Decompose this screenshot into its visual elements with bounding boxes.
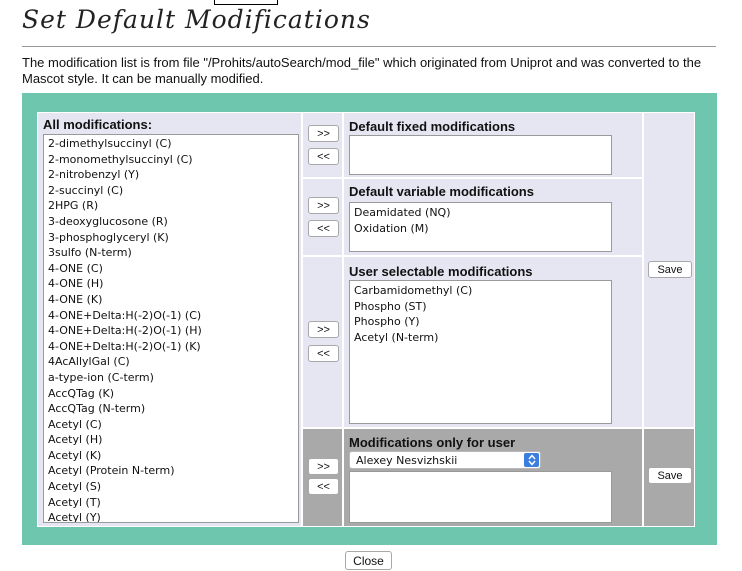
list-item[interactable]: 4-ONE (H) <box>44 276 298 292</box>
list-item[interactable]: 4-ONE+Delta:H(-2)O(-1) (K) <box>44 339 298 355</box>
selectable-buttons-cell: >> << <box>302 256 343 428</box>
title-divider <box>22 46 716 47</box>
list-item[interactable]: Phospho (Y) <box>350 314 611 330</box>
list-item[interactable]: 2-nitrobenzyl (Y) <box>44 167 298 183</box>
user-select[interactable]: Alexey Nesvizhskii <box>349 451 541 469</box>
remove-from-user-only-button[interactable]: << <box>308 478 339 495</box>
list-item[interactable]: 4AcAllylGal (C) <box>44 354 298 370</box>
modifications-editor: All modifications: 2-dimethylsuccinyl (C… <box>22 93 717 545</box>
variable-buttons-cell: >> << <box>302 178 343 256</box>
list-item[interactable]: Acetyl (S) <box>44 479 298 495</box>
list-item[interactable]: Acetyl (Protein N-term) <box>44 463 298 479</box>
list-item[interactable]: a-type-ion (C-term) <box>44 370 298 386</box>
list-item[interactable]: Acetyl (N-term) <box>350 330 611 346</box>
list-item[interactable]: Phospho (ST) <box>350 299 611 315</box>
all-modifications-title: All modifications: <box>43 117 153 132</box>
list-item[interactable]: 2-dimethylsuccinyl (C) <box>44 136 298 152</box>
list-item[interactable]: 4-ONE (K) <box>44 292 298 308</box>
variable-modifications-title: Default variable modifications <box>349 184 534 199</box>
list-item[interactable]: Deamidated (NQ) <box>350 205 611 221</box>
selectable-modifications-title: User selectable modifications <box>349 264 533 279</box>
add-to-selectable-button[interactable]: >> <box>308 321 339 338</box>
save-default-modifications-button[interactable]: Save <box>648 261 692 278</box>
fixed-buttons-cell: >> << <box>302 112 343 178</box>
user-only-modifications-panel: Modifications only for user Alexey Nesvi… <box>343 428 643 527</box>
variable-modifications-list[interactable]: Deamidated (NQ) Oxidation (M) <box>349 202 612 252</box>
default-save-cell: Save <box>643 112 695 428</box>
list-item[interactable]: Acetyl (H) <box>44 432 298 448</box>
list-item[interactable]: 2HPG (R) <box>44 198 298 214</box>
list-item[interactable]: Acetyl (C) <box>44 417 298 433</box>
selectable-modifications-list[interactable]: Carbamidomethyl (C) Phospho (ST) Phospho (… <box>349 280 612 424</box>
list-item[interactable]: 3-phosphoglyceryl (K) <box>44 230 298 246</box>
list-item[interactable]: 3-deoxyglucosone (R) <box>44 214 298 230</box>
add-to-fixed-button[interactable]: >> <box>308 125 339 142</box>
page-title: Set Default Modifications <box>22 5 371 34</box>
close-button[interactable]: Close <box>345 551 392 570</box>
list-item[interactable]: AccQTag (K) <box>44 386 298 402</box>
fixed-modifications-title: Default fixed modifications <box>349 119 516 134</box>
list-item[interactable]: Acetyl (T) <box>44 495 298 511</box>
all-modifications-panel: All modifications: 2-dimethylsuccinyl (C… <box>37 112 302 527</box>
list-item[interactable]: Oxidation (M) <box>350 221 611 237</box>
list-item[interactable]: 2-monomethylsuccinyl (C) <box>44 152 298 168</box>
user-only-modifications-title: Modifications only for user <box>349 435 516 450</box>
add-to-variable-button[interactable]: >> <box>308 197 339 214</box>
user-select-value: Alexey Nesvizhskii <box>356 453 458 467</box>
list-item[interactable]: AccQTag (N-term) <box>44 401 298 417</box>
page-description: The modification list is from file "/Pro… <box>22 55 702 86</box>
list-item[interactable]: Acetyl (K) <box>44 448 298 464</box>
save-user-modifications-button[interactable]: Save <box>648 467 692 484</box>
all-modifications-list[interactable]: 2-dimethylsuccinyl (C) 2-monomethylsuccin… <box>43 134 299 523</box>
selectable-modifications-panel: User selectable modifications Carbamidom… <box>343 256 643 428</box>
list-item[interactable]: 4-ONE (C) <box>44 261 298 277</box>
user-only-modifications-list[interactable] <box>349 471 612 523</box>
list-item[interactable]: Carbamidomethyl (C) <box>350 283 611 299</box>
remove-from-variable-button[interactable]: << <box>308 220 339 237</box>
add-to-user-only-button[interactable]: >> <box>308 458 339 475</box>
list-item[interactable]: 4-ONE+Delta:H(-2)O(-1) (C) <box>44 308 298 324</box>
user-only-buttons-cell: >> << <box>302 428 343 527</box>
list-item[interactable]: Acetyl (Y) <box>44 510 298 522</box>
list-item[interactable]: 3sulfo (N-term) <box>44 245 298 261</box>
list-item[interactable]: 4-ONE+Delta:H(-2)O(-1) (H) <box>44 323 298 339</box>
remove-from-fixed-button[interactable]: << <box>308 148 339 165</box>
remove-from-selectable-button[interactable]: << <box>308 345 339 362</box>
list-item[interactable]: 2-succinyl (C) <box>44 183 298 199</box>
updown-arrows-icon <box>524 453 539 467</box>
fixed-modifications-list[interactable] <box>349 135 612 175</box>
variable-modifications-panel: Default variable modifications Deamidate… <box>343 178 643 256</box>
user-save-cell: Save <box>643 428 695 527</box>
fixed-modifications-panel: Default fixed modifications <box>343 112 643 178</box>
